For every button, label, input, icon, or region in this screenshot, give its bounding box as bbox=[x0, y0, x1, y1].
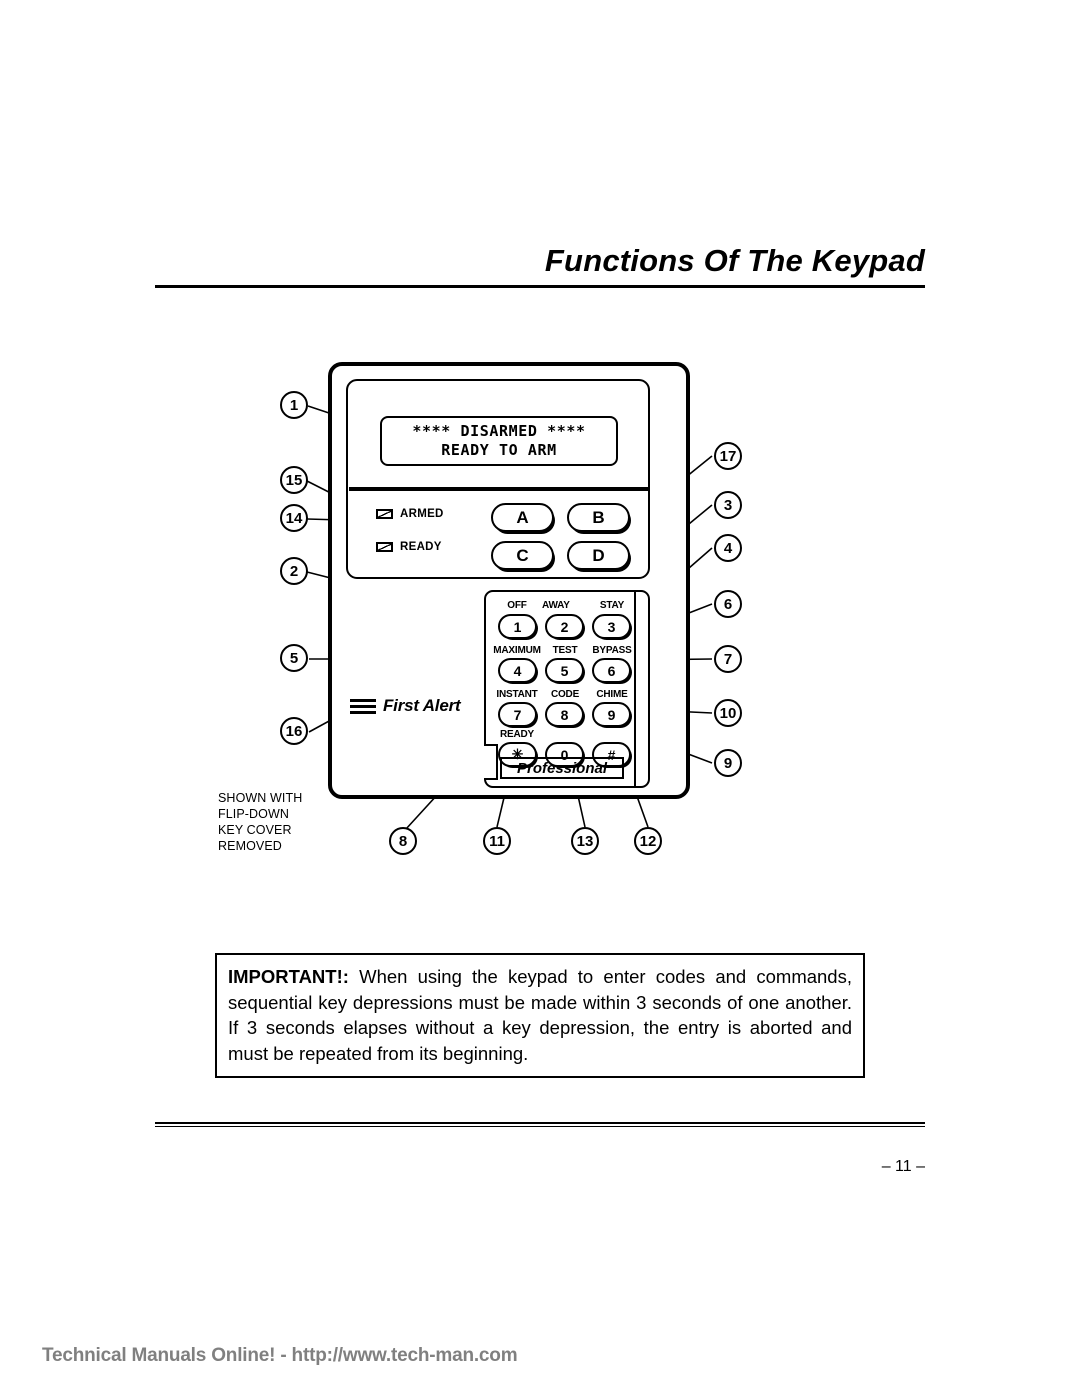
callout-1: 1 bbox=[280, 391, 308, 419]
key-1[interactable]: 1 bbox=[498, 614, 537, 639]
brand-name: First Alert bbox=[383, 696, 461, 715]
site-banner: Technical Manuals Online! - http://www.t… bbox=[42, 1345, 518, 1366]
footer-rule bbox=[155, 1122, 925, 1127]
key-caption-instant: INSTANT bbox=[496, 689, 538, 700]
callout-3: 3 bbox=[714, 491, 742, 519]
key-caption-away: AWAY bbox=[542, 600, 570, 611]
indicator-ready-label: READY bbox=[400, 541, 442, 553]
keypad-upper-panel: **** DISARMED **** READY TO ARM ARMED RE… bbox=[346, 379, 650, 579]
key-caption-chime: CHIME bbox=[596, 689, 628, 700]
key-7[interactable]: 7 bbox=[498, 702, 537, 727]
key-3[interactable]: 3 bbox=[592, 614, 631, 639]
key-caption-code: CODE bbox=[550, 689, 580, 700]
callout-7: 7 bbox=[714, 645, 742, 673]
indicator-ready: READY bbox=[376, 541, 442, 553]
lcd-line-2: READY TO ARM bbox=[441, 441, 557, 459]
key-caption-ready: READY bbox=[499, 729, 534, 740]
indicator-armed-label: ARMED bbox=[400, 508, 444, 520]
led-icon bbox=[376, 509, 393, 519]
led-icon bbox=[376, 542, 393, 552]
function-key-c[interactable]: C bbox=[491, 541, 554, 570]
keypad-hinge-notch bbox=[484, 744, 498, 780]
key-caption-stay: STAY bbox=[599, 600, 625, 611]
key-5[interactable]: 5 bbox=[545, 658, 584, 683]
key-4[interactable]: 4 bbox=[498, 658, 537, 683]
callout-16: 16 bbox=[280, 717, 308, 745]
lcd-line-1: **** DISARMED **** bbox=[412, 422, 586, 440]
callout-8: 8 bbox=[389, 827, 417, 855]
function-key-a[interactable]: A bbox=[491, 503, 554, 532]
callout-11: 11 bbox=[483, 827, 511, 855]
key-8[interactable]: 8 bbox=[545, 702, 584, 727]
panel-divider bbox=[349, 487, 649, 491]
flip-down-cover-note: SHOWN WITH FLIP-DOWN KEY COVER REMOVED bbox=[218, 791, 303, 853]
callout-14: 14 bbox=[280, 504, 308, 532]
callout-5: 5 bbox=[280, 644, 308, 672]
callout-15: 15 bbox=[280, 466, 308, 494]
important-lead: IMPORTANT!: bbox=[228, 966, 349, 987]
callout-4: 4 bbox=[714, 534, 742, 562]
keypad-device: **** DISARMED **** READY TO ARM ARMED RE… bbox=[328, 362, 690, 799]
callout-2: 2 bbox=[280, 557, 308, 585]
function-key-d[interactable]: D bbox=[567, 541, 630, 570]
indicator-armed: ARMED bbox=[376, 508, 444, 520]
callout-9: 9 bbox=[714, 749, 742, 777]
model-label: Professional bbox=[500, 757, 624, 779]
lcd-display: **** DISARMED **** READY TO ARM bbox=[380, 416, 618, 466]
key-caption-bypass: BYPASS bbox=[592, 645, 632, 656]
key-9[interactable]: 9 bbox=[592, 702, 631, 727]
title-rule bbox=[155, 285, 925, 288]
callout-17: 17 bbox=[714, 442, 742, 470]
brand-bars-icon bbox=[350, 698, 376, 714]
brand-logo: First Alert bbox=[350, 696, 461, 716]
callout-10: 10 bbox=[714, 699, 742, 727]
callout-12: 12 bbox=[634, 827, 662, 855]
key-2[interactable]: 2 bbox=[545, 614, 584, 639]
function-key-b[interactable]: B bbox=[567, 503, 630, 532]
keypad-number-panel: OFF 1 AWAY 2 STAY 3 MAXIMUM 4 TEST 5 BYP… bbox=[484, 590, 650, 788]
speaker-grille bbox=[350, 606, 456, 678]
key-caption-test: TEST bbox=[552, 645, 578, 656]
key-caption-off: OFF bbox=[507, 600, 527, 611]
page-title: Functions Of The Keypad bbox=[544, 243, 925, 278]
page-number: – 11 – bbox=[881, 1158, 925, 1175]
key-caption-maximum: MAXIMUM bbox=[493, 645, 541, 656]
callout-13: 13 bbox=[571, 827, 599, 855]
callout-6: 6 bbox=[714, 590, 742, 618]
key-6[interactable]: 6 bbox=[592, 658, 631, 683]
important-notice: IMPORTANT!: When using the keypad to ent… bbox=[215, 953, 865, 1078]
